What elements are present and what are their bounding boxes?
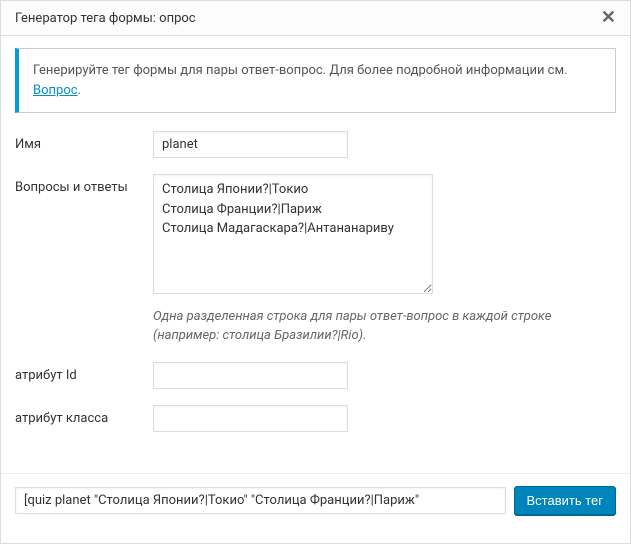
insert-tag-button[interactable]: Вставить тег xyxy=(514,486,617,515)
info-link[interactable]: Вопрос xyxy=(33,83,78,98)
footer: Вставить тег xyxy=(1,473,630,527)
row-name: Имя xyxy=(15,131,616,158)
name-input[interactable] xyxy=(153,131,348,158)
id-input[interactable] xyxy=(153,362,348,389)
label-class: атрибут класса xyxy=(15,405,153,426)
titlebar-title: Генератор тега формы: опрос xyxy=(15,11,196,26)
label-id: атрибут Id xyxy=(15,362,153,383)
titlebar: Генератор тега формы: опрос ✕ xyxy=(1,1,630,36)
close-icon[interactable]: ✕ xyxy=(597,9,620,27)
row-qa: Вопросы и ответы Столица Японии?|Токио С… xyxy=(15,174,616,346)
form-table: Имя Вопросы и ответы Столица Японии?|Ток… xyxy=(15,131,616,432)
label-name: Имя xyxy=(15,131,153,152)
info-text-after: . xyxy=(78,83,81,98)
qa-hint: Одна разделенная строка для пары ответ-в… xyxy=(153,308,553,346)
class-input[interactable] xyxy=(153,405,348,432)
tag-generator-modal: Генератор тега формы: опрос ✕ Генерируйт… xyxy=(0,0,631,544)
modal-body-scroll[interactable]: Генерируйте тег формы для пары ответ-воп… xyxy=(1,36,630,473)
horizontal-scrollbar[interactable] xyxy=(1,527,630,543)
info-text: Генерируйте тег формы для пары ответ-воп… xyxy=(33,63,568,78)
shortcode-output[interactable] xyxy=(15,487,506,514)
info-box: Генерируйте тег формы для пары ответ-воп… xyxy=(15,48,616,113)
label-qa: Вопросы и ответы xyxy=(15,174,153,195)
row-id: атрибут Id xyxy=(15,362,616,389)
qa-textarea[interactable]: Столица Японии?|Токио Столица Франции?|П… xyxy=(153,174,433,294)
row-class: атрибут класса xyxy=(15,405,616,432)
